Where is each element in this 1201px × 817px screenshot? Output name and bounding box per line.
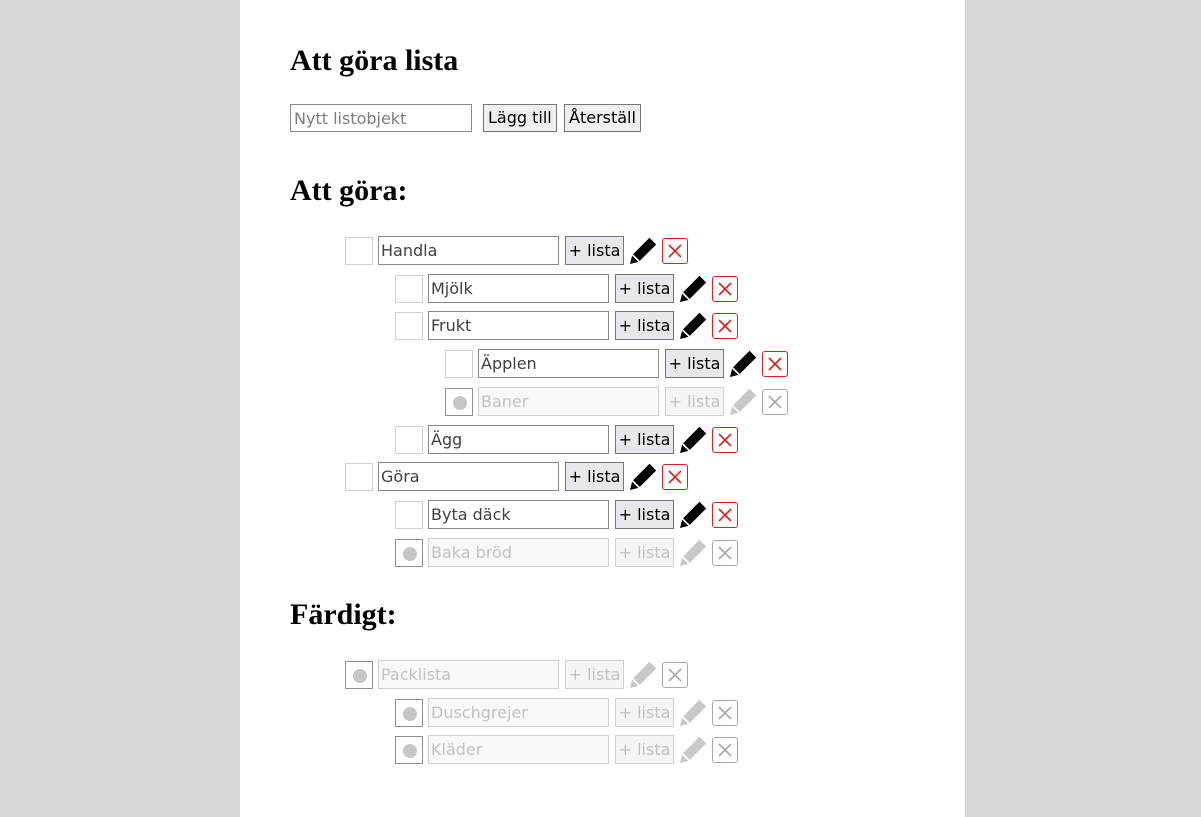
- done-marker-icon: [403, 707, 417, 721]
- item-text-field[interactable]: Handla: [378, 236, 559, 265]
- close-icon[interactable]: [712, 313, 738, 339]
- close-icon[interactable]: [712, 540, 738, 566]
- item-checkbox[interactable]: [345, 661, 373, 689]
- done-marker-icon: [403, 744, 417, 758]
- item-checkbox[interactable]: [395, 736, 423, 764]
- item-checkbox[interactable]: [395, 312, 423, 340]
- item-checkbox[interactable]: [395, 426, 423, 454]
- page-container: Att göra lista Lägg till Återställ Att g…: [240, 0, 965, 817]
- add-sublist-button[interactable]: + lista: [615, 538, 674, 567]
- add-sublist-button[interactable]: + lista: [565, 236, 624, 265]
- pencil-icon[interactable]: [630, 661, 657, 688]
- reset-button[interactable]: Återställ: [564, 104, 641, 132]
- todo-section-title: Att göra:: [290, 174, 408, 207]
- pencil-icon[interactable]: [730, 388, 757, 415]
- item-text-field[interactable]: Ägg: [428, 425, 609, 454]
- item-checkbox[interactable]: [395, 699, 423, 727]
- done-marker-icon: [453, 396, 467, 410]
- add-sublist-button[interactable]: + lista: [615, 311, 674, 340]
- add-sublist-button[interactable]: + lista: [615, 274, 674, 303]
- pencil-icon[interactable]: [680, 426, 707, 453]
- done-marker-icon: [353, 669, 367, 683]
- pencil-icon[interactable]: [680, 736, 707, 763]
- item-checkbox[interactable]: [345, 463, 373, 491]
- pencil-icon[interactable]: [680, 275, 707, 302]
- add-sublist-button[interactable]: + lista: [615, 698, 674, 727]
- pencil-icon[interactable]: [630, 463, 657, 490]
- close-icon[interactable]: [712, 700, 738, 726]
- item-text-field[interactable]: Duschgrejer: [428, 698, 609, 727]
- new-item-input[interactable]: [290, 104, 472, 132]
- add-sublist-button[interactable]: + lista: [615, 500, 674, 529]
- item-text-field[interactable]: Packlista: [378, 660, 559, 689]
- item-checkbox[interactable]: [395, 539, 423, 567]
- page-title: Att göra lista: [290, 44, 459, 77]
- item-text-field[interactable]: Mjölk: [428, 274, 609, 303]
- pencil-icon[interactable]: [680, 699, 707, 726]
- item-checkbox[interactable]: [395, 501, 423, 529]
- close-icon[interactable]: [662, 238, 688, 264]
- close-icon[interactable]: [712, 427, 738, 453]
- done-marker-icon: [403, 547, 417, 561]
- item-text-field[interactable]: Baka bröd: [428, 538, 609, 567]
- done-section-title: Färdigt:: [290, 598, 397, 631]
- pencil-icon[interactable]: [630, 237, 657, 264]
- add-sublist-button[interactable]: + lista: [565, 462, 624, 491]
- item-checkbox[interactable]: [445, 350, 473, 378]
- close-icon[interactable]: [712, 737, 738, 763]
- pencil-icon[interactable]: [680, 539, 707, 566]
- item-text-field[interactable]: Frukt: [428, 311, 609, 340]
- item-checkbox[interactable]: [345, 237, 373, 265]
- item-text-field[interactable]: Kläder: [428, 735, 609, 764]
- add-sublist-button[interactable]: + lista: [615, 735, 674, 764]
- item-checkbox[interactable]: [445, 388, 473, 416]
- close-icon[interactable]: [712, 502, 738, 528]
- close-icon[interactable]: [712, 276, 738, 302]
- item-text-field[interactable]: Göra: [378, 462, 559, 491]
- pencil-icon[interactable]: [730, 350, 757, 377]
- close-icon[interactable]: [762, 389, 788, 415]
- item-text-field[interactable]: Byta däck: [428, 500, 609, 529]
- close-icon[interactable]: [662, 662, 688, 688]
- add-sublist-button[interactable]: + lista: [665, 387, 724, 416]
- add-sublist-button[interactable]: + lista: [665, 349, 724, 378]
- add-sublist-button[interactable]: + lista: [565, 660, 624, 689]
- add-item-button[interactable]: Lägg till: [483, 104, 557, 132]
- item-text-field[interactable]: Baner: [478, 387, 659, 416]
- item-text-field[interactable]: Äpplen: [478, 349, 659, 378]
- close-icon[interactable]: [762, 351, 788, 377]
- pencil-icon[interactable]: [680, 312, 707, 339]
- add-sublist-button[interactable]: + lista: [615, 425, 674, 454]
- pencil-icon[interactable]: [680, 501, 707, 528]
- item-checkbox[interactable]: [395, 275, 423, 303]
- close-icon[interactable]: [662, 464, 688, 490]
